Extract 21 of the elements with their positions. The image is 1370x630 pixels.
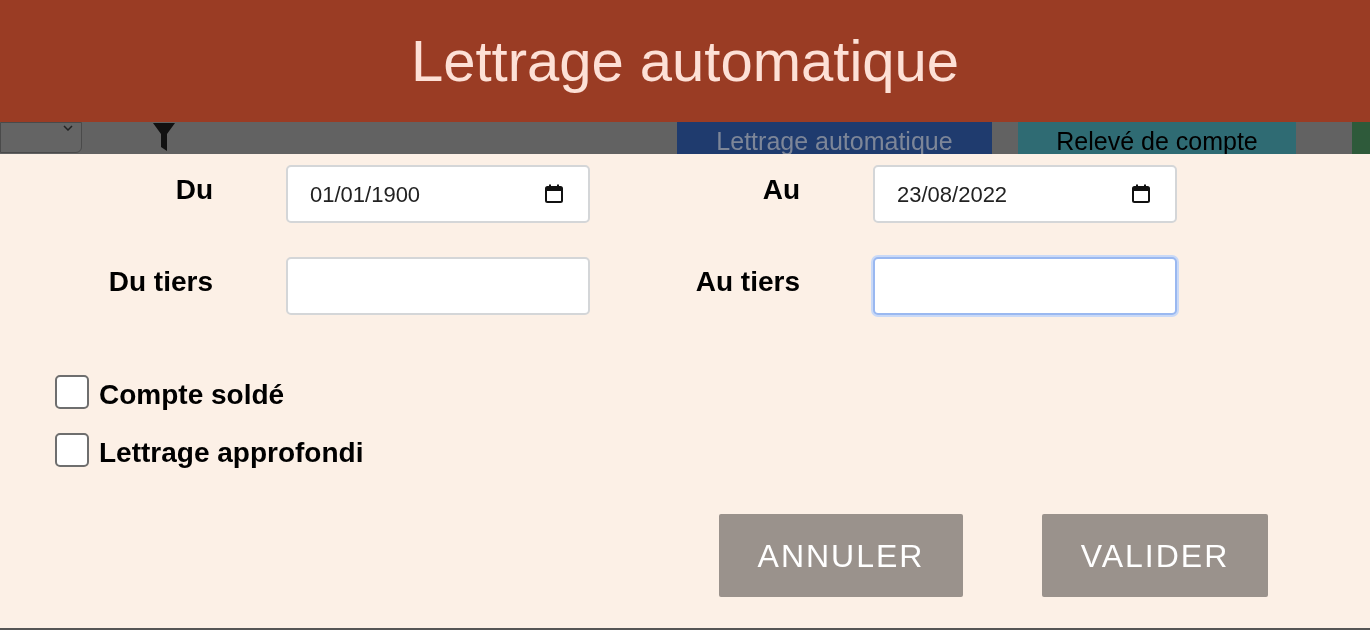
date-field[interactable]: 23/08/2022 — [873, 165, 1177, 223]
calendar-icon[interactable] — [544, 184, 564, 204]
text-field[interactable] — [873, 257, 1177, 315]
submit-button[interactable]: VALIDER — [1042, 514, 1268, 597]
field-label: Du tiers — [107, 265, 213, 299]
field-label: Du — [174, 173, 213, 207]
checkbox[interactable] — [55, 375, 89, 409]
chevron-down-icon — [63, 125, 73, 131]
toolbar-button[interactable]: Relevé de compte — [1018, 122, 1296, 154]
toolbar-button[interactable]: Lettrage automatique — [677, 122, 992, 154]
text-field[interactable] — [286, 257, 590, 315]
toolbar-button-edge — [1352, 122, 1370, 154]
field-label: Au tiers — [694, 265, 800, 299]
field-label: Au — [761, 173, 800, 207]
checkbox-label: Compte soldé — [99, 381, 285, 409]
cancel-button[interactable]: ANNULER — [719, 514, 963, 597]
calendar-icon[interactable] — [1131, 184, 1151, 204]
checkbox[interactable] — [55, 433, 89, 467]
date-field[interactable]: 01/01/1900 — [286, 165, 590, 223]
checkbox-label: Lettrage approfondi — [99, 439, 364, 467]
filter-icon[interactable] — [153, 123, 175, 151]
